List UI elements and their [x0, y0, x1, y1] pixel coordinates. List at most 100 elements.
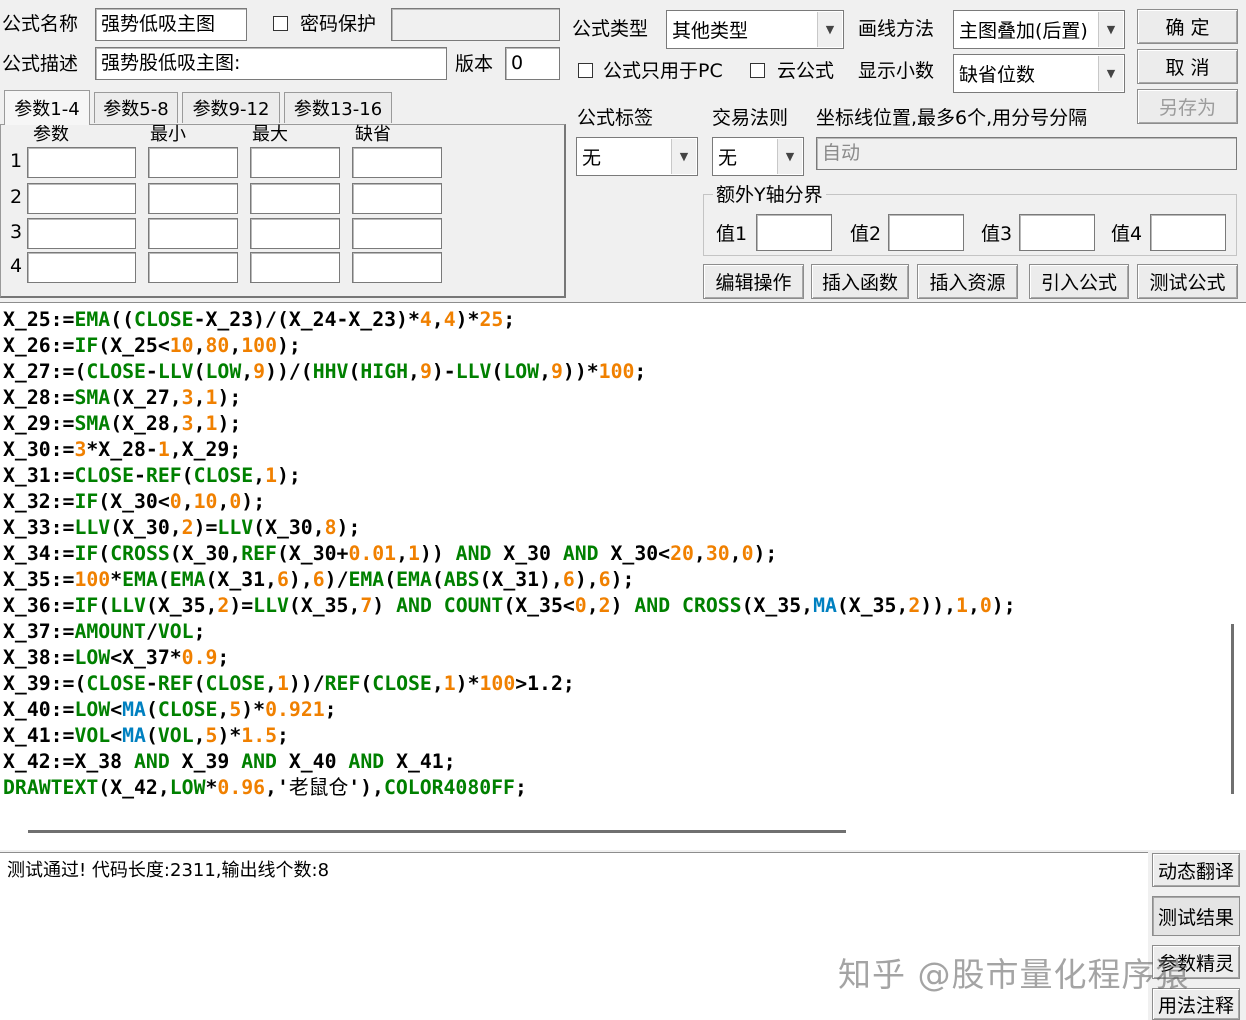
password-label: 密码保护 — [300, 13, 377, 35]
code-line: X_41:=VOL<MA(VOL,5)*1.5; — [3, 723, 289, 749]
code-token: 1 — [276, 672, 289, 695]
code-token: 3 — [181, 386, 194, 409]
test-result-text: 测试通过! 代码长度:2311,输出线个数:8 — [7, 860, 330, 881]
code-line: DRAWTEXT(X_42,LOW*0.96,'老鼠仓'),COLOR4080F… — [3, 775, 527, 801]
param-name-input[interactable] — [27, 218, 136, 249]
formula-desc-input[interactable]: 强势股低吸主图: — [95, 47, 447, 80]
code-token: 8 — [324, 516, 337, 539]
code-token: SMA — [74, 386, 111, 409]
vertical-scroll-thumb[interactable] — [1231, 624, 1234, 794]
value2-input[interactable] — [888, 214, 964, 251]
dynamic-translate-button[interactable]: 动态翻译 — [1152, 853, 1240, 887]
formula-tag-value: 无 — [582, 147, 602, 169]
password-checkbox[interactable] — [273, 16, 288, 31]
param-default-input[interactable] — [352, 147, 442, 178]
pc-only-checkbox[interactable] — [578, 63, 593, 78]
param-default-input[interactable] — [352, 218, 442, 249]
version-input[interactable]: 0 — [505, 47, 560, 80]
code-token: 0.01 — [348, 542, 397, 565]
import-formula-button[interactable]: 引入公式 — [1029, 264, 1129, 299]
password-input[interactable] — [391, 8, 560, 41]
code-token: ), — [574, 568, 599, 591]
param-default-input[interactable] — [352, 252, 442, 283]
code-token: MA — [122, 724, 146, 747]
code-token: - — [145, 360, 158, 383]
param-min-input[interactable] — [148, 252, 238, 283]
param-min-input[interactable] — [148, 218, 238, 249]
axis-line-input[interactable]: 自动 — [816, 137, 1237, 170]
code-token: EMA — [169, 568, 206, 591]
edit-ops-button[interactable]: 编辑操作 — [703, 264, 804, 299]
param-default-input[interactable] — [352, 183, 442, 214]
chevron-down-icon[interactable]: ▼ — [1098, 56, 1123, 91]
tab-params-1-4[interactable]: 参数1-4 — [4, 90, 90, 125]
value2-label: 值2 — [850, 223, 882, 245]
code-token: COLOR4080FF — [383, 776, 515, 799]
code-token: AND — [562, 542, 599, 565]
decimal-select[interactable]: 缺省位数 ▼ — [953, 54, 1125, 93]
param-name-input[interactable] — [27, 252, 136, 283]
test-result-button[interactable]: 测试结果 — [1152, 896, 1240, 936]
trade-rule-select[interactable]: 无 ▼ — [712, 137, 804, 176]
code-token: 1 — [205, 386, 218, 409]
vertical-scrollbar[interactable] — [1222, 309, 1244, 819]
tab-params-5-8[interactable]: 参数5-8 — [94, 92, 178, 123]
watermark: 知乎 @股市量化程序猿 — [838, 955, 1190, 994]
insert-resource-button[interactable]: 插入资源 — [917, 264, 1018, 299]
trade-rule-label: 交易法则 — [712, 107, 789, 129]
param-name-input[interactable] — [27, 147, 136, 178]
code-token: ,' — [265, 776, 289, 799]
cloud-formula-checkbox[interactable] — [750, 63, 765, 78]
cancel-button[interactable]: 取 消 — [1137, 49, 1238, 84]
code-token: ; — [324, 698, 337, 721]
code-token: 4 — [419, 308, 432, 331]
param-max-input[interactable] — [250, 183, 340, 214]
tab-params-13-16[interactable]: 参数13-16 — [284, 92, 392, 123]
code-token: )= — [193, 516, 218, 539]
draw-method-select[interactable]: 主图叠加(后置) ▼ — [953, 10, 1125, 49]
param-max-input[interactable] — [250, 147, 340, 178]
code-line: X_40:=LOW<MA(CLOSE,5)*0.921; — [3, 697, 337, 723]
value1-input[interactable] — [756, 214, 832, 251]
code-token: CLOSE — [86, 672, 146, 695]
value3-input[interactable] — [1019, 214, 1095, 251]
code-token: (X_35, — [836, 594, 909, 617]
code-token: ( — [384, 568, 397, 591]
tab-params-9-12[interactable]: 参数9-12 — [182, 92, 280, 123]
chevron-down-icon[interactable]: ▼ — [1098, 12, 1123, 47]
code-editor[interactable]: X_25:=EMA((CLOSE-X_23)/(X_24-X_23)*4,4)*… — [0, 302, 1246, 850]
code-token: 6 — [562, 568, 575, 591]
code-token: 2 — [598, 594, 611, 617]
param-col-default: 缺省 — [355, 124, 391, 145]
save-as-button[interactable]: 另存为 — [1137, 89, 1238, 124]
chevron-down-icon[interactable]: ▼ — [777, 139, 802, 174]
param-name-input[interactable] — [27, 183, 136, 214]
param-max-input[interactable] — [250, 252, 340, 283]
code-token: 100 — [479, 672, 516, 695]
param-min-input[interactable] — [148, 147, 238, 178]
insert-function-button[interactable]: 插入函数 — [811, 264, 909, 299]
ok-button[interactable]: 确 定 — [1137, 9, 1238, 44]
formula-desc-label: 公式描述 — [2, 53, 79, 75]
param-col-min: 最小 — [150, 124, 186, 145]
code-token: CLOSE — [205, 672, 266, 695]
param-min-input[interactable] — [148, 183, 238, 214]
param-max-input[interactable] — [250, 218, 340, 249]
code-token: )/ — [324, 568, 349, 591]
formula-tag-select[interactable]: 无 ▼ — [576, 137, 698, 176]
code-token: 20 — [670, 542, 694, 565]
code-token: X_34:= — [3, 542, 75, 565]
code-token: X_41:= — [3, 724, 75, 747]
code-token: , — [539, 360, 551, 383]
code-token: ))/( — [265, 360, 313, 383]
formula-name-input[interactable]: 强势低吸主图 — [95, 8, 247, 41]
code-token: 0 — [741, 542, 754, 565]
chevron-down-icon[interactable]: ▼ — [671, 139, 696, 174]
chevron-down-icon[interactable]: ▼ — [817, 12, 842, 47]
test-formula-button[interactable]: 测试公式 — [1137, 264, 1238, 299]
code-token: X_31:= — [3, 464, 75, 487]
formula-type-select[interactable]: 其他类型 ▼ — [666, 10, 844, 49]
value4-input[interactable] — [1150, 214, 1226, 251]
horizontal-scroll-thumb[interactable] — [28, 830, 846, 833]
